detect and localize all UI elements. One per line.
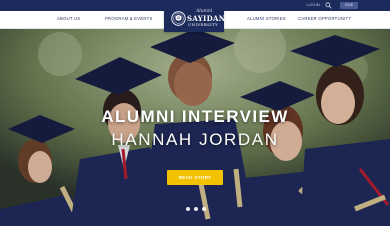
carousel-indicators — [186, 207, 210, 212]
give-button[interactable]: GIVE — [340, 2, 358, 9]
carousel-dot-2[interactable] — [194, 207, 198, 211]
page-bottom-strip — [0, 226, 390, 240]
nav-item-alumni-stories[interactable]: ALUMNI STORIES — [247, 16, 286, 21]
nav-item-program-events[interactable]: PROGRAM & EVENTS — [105, 16, 153, 21]
logo-subtitle: UNIVERSITY — [188, 22, 218, 27]
search-icon[interactable] — [325, 2, 332, 9]
hero-subtitle: HANNAH JORDAN — [111, 130, 279, 149]
graduates-photo — [0, 29, 390, 226]
carousel-dot-3[interactable] — [202, 207, 206, 211]
login-link[interactable]: LOGIN — [307, 2, 320, 7]
nav-item-about-us[interactable]: ABOUT US — [57, 16, 80, 21]
university-seal-icon — [171, 11, 186, 26]
nav-item-career-opportunity[interactable]: CAREER OPPORTUNITY — [298, 16, 351, 21]
read-story-button[interactable]: READ STORY — [167, 170, 223, 185]
hero-banner: ALUMNI INTERVIEW HANNAH JORDAN READ STOR… — [0, 29, 390, 226]
hero-title: ALUMNI INTERVIEW — [101, 107, 289, 126]
carousel-dot-1[interactable] — [186, 207, 190, 211]
university-logo[interactable]: Alumni SAYIDAN UNIVERSITY — [164, 6, 225, 32]
